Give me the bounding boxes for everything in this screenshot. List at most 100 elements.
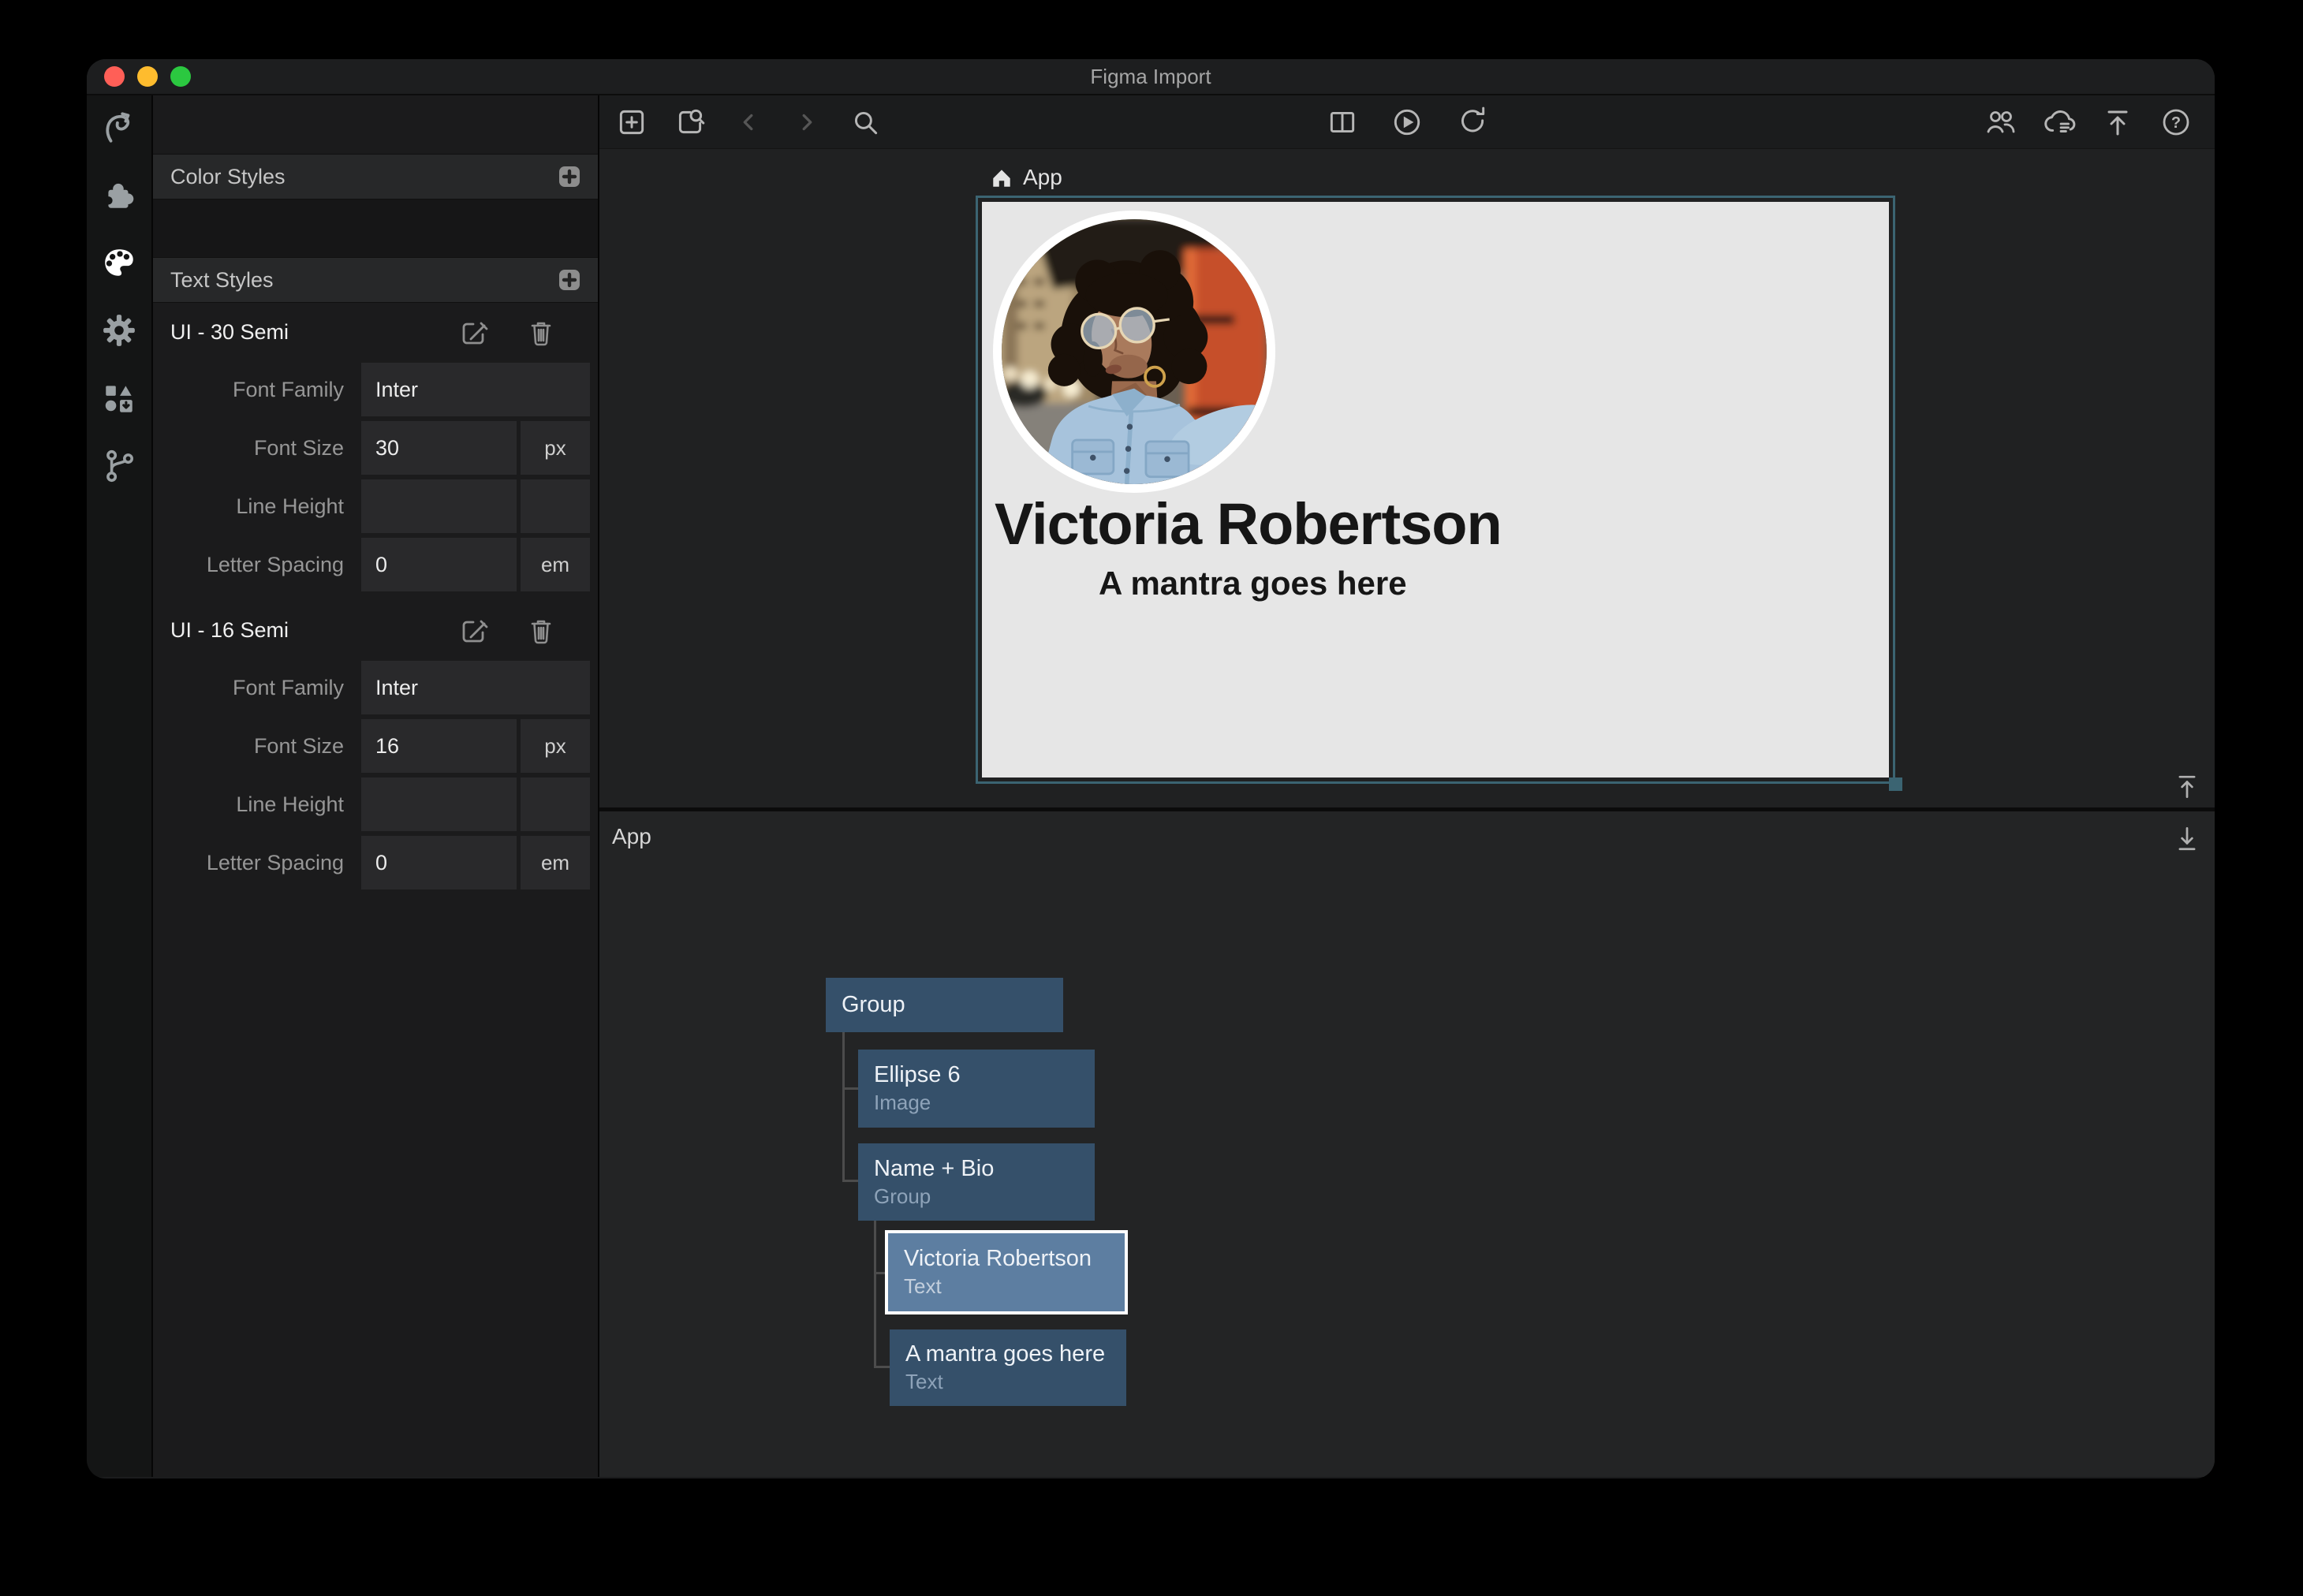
delete-style-icon[interactable] (525, 614, 557, 646)
version-control-icon[interactable] (100, 447, 138, 485)
styles-palette-icon[interactable] (100, 244, 138, 282)
component-search-icon[interactable] (672, 104, 708, 140)
color-styles-title: Color Styles (170, 165, 286, 189)
edit-style-icon[interactable] (457, 316, 489, 348)
letter-spacing-input[interactable]: 0 (361, 836, 517, 889)
graph-node-mantra-text[interactable]: A mantra goes here Text (890, 1329, 1126, 1406)
graph-node-victoria-text[interactable]: Victoria Robertson Text (885, 1230, 1128, 1314)
search-icon[interactable] (847, 104, 883, 140)
font-size-row: Font Size 30 px (153, 421, 598, 475)
titlebar: Figma Import (87, 59, 2215, 95)
profile-photo[interactable] (993, 211, 1275, 493)
plugins-icon[interactable] (100, 176, 138, 214)
node-subtitle: Image (874, 1091, 1095, 1115)
deploy-upload-icon[interactable] (2100, 104, 2136, 140)
window-title: Figma Import (1090, 65, 1211, 89)
font-family-input[interactable]: Inter (361, 661, 590, 714)
breadcrumb-label: App (1023, 165, 1062, 190)
font-size-label: Font Size (153, 421, 361, 475)
toolbar-center-group (1324, 104, 1490, 140)
window-content: Color Styles Text Styles (87, 95, 2215, 1477)
refresh-icon[interactable] (1454, 104, 1490, 140)
line-height-label: Line Height (153, 777, 361, 831)
preview-play-icon[interactable] (1389, 104, 1425, 140)
font-family-input[interactable]: Inter (361, 363, 590, 416)
panel-collapse-down-icon[interactable] (2169, 821, 2205, 857)
split-view-icon[interactable] (1324, 104, 1361, 140)
components-import-icon[interactable] (100, 379, 138, 417)
node-subtitle: Text (904, 1274, 1125, 1299)
text-style-name: UI - 16 Semi (170, 618, 289, 643)
tree-connector (842, 1032, 845, 1182)
resize-handle[interactable] (1889, 777, 1902, 791)
nav-back-icon[interactable] (730, 104, 767, 140)
text-style-actions (457, 316, 580, 348)
card-mantra-text[interactable]: A mantra goes here (1099, 565, 1407, 602)
text-styles-header: Text Styles (153, 257, 598, 303)
text-style-actions (457, 614, 580, 646)
node-graph-panel[interactable]: App Group Ellipse 6 (599, 811, 2215, 1477)
node-subtitle: Group (874, 1184, 1095, 1209)
add-node-icon[interactable] (614, 104, 650, 140)
text-style-item-header: UI - 16 Semi (153, 604, 598, 656)
text-styles-title: Text Styles (170, 268, 274, 293)
font-size-unit[interactable]: px (521, 421, 590, 475)
line-height-unit[interactable] (521, 479, 590, 533)
graph-node-name-bio[interactable]: Name + Bio Group (858, 1143, 1095, 1221)
add-color-style-button[interactable] (558, 166, 580, 188)
profile-card[interactable]: Victoria Robertson A mantra goes here (982, 202, 1889, 777)
letter-spacing-row: Letter Spacing 0 em (153, 538, 598, 591)
close-window-button[interactable] (104, 66, 125, 87)
settings-gear-icon[interactable] (100, 311, 138, 349)
node-title: Ellipse 6 (874, 1062, 1095, 1088)
letter-spacing-unit[interactable]: em (521, 836, 590, 889)
tree-connector (874, 1366, 890, 1368)
font-size-label: Font Size (153, 719, 361, 773)
color-styles-empty-area (153, 200, 598, 257)
letter-spacing-row: Letter Spacing 0 em (153, 836, 598, 889)
line-height-input[interactable] (361, 777, 517, 831)
toolbar-right-group: ? (1983, 104, 2215, 140)
breadcrumb[interactable]: App (990, 165, 1062, 190)
node-subtitle: Text (905, 1370, 1126, 1394)
styles-panel: Color Styles Text Styles (153, 95, 599, 1477)
node-connections-icon[interactable] (100, 108, 138, 146)
zoom-window-button[interactable] (170, 66, 191, 87)
text-style-name: UI - 30 Semi (170, 320, 289, 345)
graph-root-label: App (612, 824, 651, 849)
delete-style-icon[interactable] (525, 316, 557, 348)
main-toolbar: ? (599, 95, 2215, 149)
tree-connector (874, 1221, 876, 1368)
minimize-window-button[interactable] (137, 66, 158, 87)
letter-spacing-input[interactable]: 0 (361, 538, 517, 591)
node-title: Group (842, 992, 1063, 1018)
letter-spacing-unit[interactable]: em (521, 538, 590, 591)
cloud-services-icon[interactable] (2041, 104, 2077, 140)
font-size-input[interactable]: 16 (361, 719, 517, 773)
node-title: Victoria Robertson (904, 1246, 1125, 1272)
font-size-input[interactable]: 30 (361, 421, 517, 475)
edit-style-icon[interactable] (457, 614, 489, 646)
tree-connector (874, 1272, 885, 1274)
screen: Figma Import (0, 0, 2303, 1596)
card-name-text[interactable]: Victoria Robertson (995, 490, 1502, 557)
letter-spacing-label: Letter Spacing (153, 836, 361, 889)
main-area: ? App (599, 95, 2215, 1477)
color-styles-header: Color Styles (153, 154, 598, 200)
toolbar-left-group (599, 104, 883, 140)
traffic-lights (104, 66, 191, 87)
line-height-input[interactable] (361, 479, 517, 533)
canvas-viewport[interactable]: App (599, 149, 2215, 807)
collaborators-icon[interactable] (1983, 104, 2019, 140)
line-height-unit[interactable] (521, 777, 590, 831)
app-window: Figma Import (87, 59, 2215, 1479)
font-size-unit[interactable]: px (521, 719, 590, 773)
nav-forward-icon[interactable] (789, 104, 825, 140)
add-text-style-button[interactable] (558, 269, 580, 291)
panel-expand-up-icon[interactable] (2169, 768, 2205, 804)
help-icon[interactable]: ? (2158, 104, 2194, 140)
graph-node-ellipse[interactable]: Ellipse 6 Image (858, 1050, 1095, 1128)
svg-text:?: ? (2171, 114, 2181, 132)
node-title: Name + Bio (874, 1156, 1095, 1182)
graph-node-group[interactable]: Group (826, 978, 1063, 1032)
